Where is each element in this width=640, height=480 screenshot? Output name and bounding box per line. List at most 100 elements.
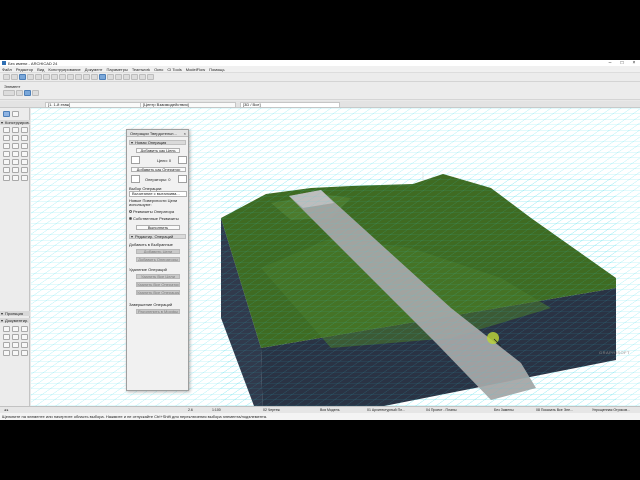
arrow-tool-button[interactable] [19,74,26,80]
add-operators-button[interactable]: Добавить Операторы [136,257,180,262]
menu-ci-tools[interactable]: CI Tools [167,67,181,72]
menu-edit[interactable]: Редактор [16,67,33,72]
grid-overlay [221,178,616,408]
toolbox-section-viewpoint[interactable]: Проекция [0,311,30,316]
operator-settings-icon[interactable] [178,175,187,183]
door-tool-icon[interactable] [12,143,19,149]
zoom-in-button[interactable] [67,74,74,80]
arc-tool-icon[interactable] [3,342,10,348]
add-as-target-button[interactable]: Добавить как Цель [136,148,180,153]
zoom-out-button[interactable] [75,74,82,80]
level-dimension-tool-icon[interactable] [12,326,19,332]
duct-tool-icon[interactable] [3,175,10,181]
menu-view[interactable]: Вид [37,67,44,72]
shell-tool-icon[interactable] [21,135,28,141]
3d-viewport[interactable] [31,108,640,408]
explode-to-morphs-button[interactable]: Расчленить в Морфы [136,309,180,314]
hint-bar: Щелкните на элементе или начертите облас… [0,413,640,420]
railing-tool-icon[interactable] [12,151,19,157]
tab-bar: [1. 1-й этаж] [Центр Взаимодействия] [3D… [0,101,640,108]
line-tool-icon[interactable] [21,334,28,340]
remove-operations-label: Удаление Операций [129,267,167,272]
hotspot-tool-icon[interactable] [12,350,19,356]
teamwork-send-button[interactable] [131,74,138,80]
complete-operations-label: Завершение Операций [129,302,173,307]
menu-modelflow[interactable]: ModelFlow [186,67,205,72]
figure-tool-icon[interactable] [21,350,28,356]
menu-options[interactable]: Параметры [107,67,128,72]
window-tool-icon[interactable] [3,143,10,149]
toolbox-section-design[interactable]: Конструиров. [0,120,30,125]
magic-wand-button[interactable] [43,74,50,80]
section-new-operation[interactable]: Новая Операция [129,140,186,145]
orbit-button[interactable] [91,74,98,80]
arrow-tool-icon[interactable] [3,111,10,117]
lamp-tool-icon[interactable] [12,159,19,165]
fit-in-window-button[interactable] [83,74,90,80]
morph-tool-icon[interactable] [12,167,19,173]
menu-window[interactable]: Окно [154,67,163,72]
marquee-button[interactable] [27,74,34,80]
skylight-tool-icon[interactable] [21,143,28,149]
operation-select[interactable]: Вычитание с выталкива... [129,191,187,197]
text-tool-icon[interactable] [21,326,28,332]
menu-help[interactable]: Помощь [209,67,224,72]
section-edit-operations[interactable]: Редактир. Операций [129,234,186,239]
publish-button[interactable] [147,74,154,80]
undo-button[interactable] [3,74,10,80]
trace-button[interactable] [59,74,66,80]
radio-own-attributes[interactable]: Собственные Реквизиты [129,216,179,221]
column-tool-icon[interactable] [12,127,19,133]
pipe-tool-icon[interactable] [12,175,19,181]
new-surfaces-label: Новые Поверхности Цели используют: [129,198,178,207]
stair-tool-icon[interactable] [3,151,10,157]
element-id-button[interactable] [16,90,23,96]
cable-tool-icon[interactable] [21,175,28,181]
elevation-button[interactable] [115,74,122,80]
snap-button[interactable] [51,74,58,80]
menu-design[interactable]: Конструирование [48,67,80,72]
roof-tool-icon[interactable] [12,135,19,141]
zone-tool-icon[interactable] [21,159,28,165]
dimension-tool-icon[interactable] [3,326,10,332]
layout-button[interactable] [123,74,130,80]
add-as-operator-button[interactable]: Добавить как Оператор [131,167,186,172]
pointer-button[interactable] [35,74,42,80]
3d-view-button[interactable] [99,74,106,80]
geometry-method-button[interactable] [24,90,31,96]
layer-selector[interactable] [3,90,15,96]
redo-button[interactable] [11,74,18,80]
info-box: Элемент [0,82,640,100]
section-button[interactable] [107,74,114,80]
marquee-tool-icon[interactable] [12,111,19,117]
settings-button[interactable] [32,90,39,96]
menu-file[interactable]: Файл [2,67,12,72]
polyline-tool-icon[interactable] [12,342,19,348]
beam-tool-icon[interactable] [21,127,28,133]
menu-teamwork[interactable]: Teamwork [132,67,150,72]
menu-document[interactable]: Документ [85,67,103,72]
remove-all-targets-button[interactable]: Удалить Все Цели [136,274,180,279]
slab-tool-icon[interactable] [3,135,10,141]
target-settings-icon[interactable] [178,156,187,164]
object-tool-icon[interactable] [3,159,10,165]
toolbox-section-document[interactable]: Документир. [0,318,30,323]
spline-tool-icon[interactable] [3,350,10,356]
drawing-tool-icon[interactable] [21,342,28,348]
remove-all-operators-button[interactable]: Удалить Все Операторы [136,282,180,287]
teamwork-receive-button[interactable] [139,74,146,80]
remove-all-operations-button[interactable]: Удалить Все Операции [136,290,180,295]
menu-bar: Файл Редактор Вид Конструирование Докуме… [0,66,640,73]
execute-button[interactable]: Выполнить [136,225,180,230]
curtain-wall-tool-icon[interactable] [21,151,28,157]
mesh-tool-icon[interactable] [3,167,10,173]
add-targets-button[interactable]: Добавить Цели [136,249,180,254]
radio-operator-attributes[interactable]: Реквизиты Оператора [129,209,174,214]
close-icon[interactable]: × [184,130,186,137]
terrain-scene[interactable] [31,108,640,408]
label-tool-icon[interactable] [3,334,10,340]
panel-title: Операции Твердотельн... [130,131,177,136]
fill-tool-icon[interactable] [12,334,19,340]
opening-tool-icon[interactable] [21,167,28,173]
wall-tool-icon[interactable] [3,127,10,133]
